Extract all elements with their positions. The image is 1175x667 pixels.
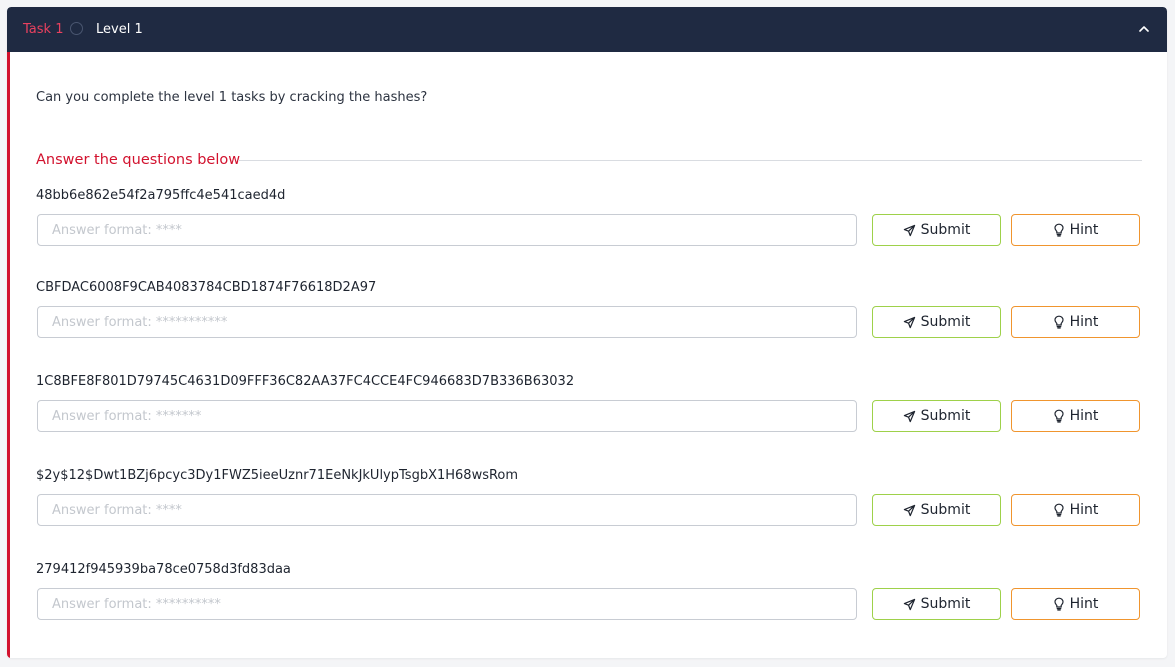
submit-button[interactable]: Submit [872,400,1001,432]
answer-input[interactable] [37,400,857,432]
hint-label: Hint [1069,596,1099,612]
answer-input[interactable] [37,214,857,246]
hint-button[interactable]: Hint [1011,400,1140,432]
lightbulb-icon [1053,223,1065,237]
hint-label: Hint [1069,502,1099,518]
lightbulb-icon [1053,409,1065,423]
hint-label: Hint [1069,314,1099,330]
task-description: Can you complete the level 1 tasks by cr… [36,90,428,105]
hint-button[interactable]: Hint [1011,214,1140,246]
task-card: Task 1 Level 1 Can you complete the leve… [7,7,1167,658]
paper-plane-icon [903,598,916,611]
question-hash: 1C8BFE8F801D79745C4631D09FFF36C82AA37FC4… [36,374,575,389]
answer-heading: Answer the questions below [36,152,241,168]
lightbulb-icon [1053,597,1065,611]
hint-button[interactable]: Hint [1011,306,1140,338]
task-header[interactable]: Task 1 Level 1 [7,7,1167,52]
question-item: 1C8BFE8F801D79745C4631D09FFF36C82AA37FC4… [10,374,1167,464]
hint-button[interactable]: Hint [1011,588,1140,620]
submit-label: Submit [920,408,971,424]
chevron-up-icon[interactable] [1135,20,1153,38]
task-title: Level 1 [96,22,143,37]
submit-button[interactable]: Submit [872,494,1001,526]
question-hash: $2y$12$Dwt1BZj6pcyc3Dy1FWZ5ieeUznr71EeNk… [36,468,519,483]
answer-input[interactable] [37,306,857,338]
lightbulb-icon [1053,503,1065,517]
submit-label: Submit [920,222,971,238]
circle-outline-icon [70,22,83,35]
question-item: 48bb6e862e54f2a795ffc4e541caed4d Submit … [10,188,1167,278]
paper-plane-icon [903,410,916,423]
heading-divider [238,160,1142,161]
answer-input[interactable] [37,588,857,620]
hint-button[interactable]: Hint [1011,494,1140,526]
hint-label: Hint [1069,408,1099,424]
answer-input[interactable] [37,494,857,526]
submit-label: Submit [920,596,971,612]
question-hash: CBFDAC6008F9CAB4083784CBD1874F76618D2A97 [36,280,377,295]
lightbulb-icon [1053,315,1065,329]
question-item: 279412f945939ba78ce0758d3fd83daa Submit … [10,562,1167,652]
question-item: CBFDAC6008F9CAB4083784CBD1874F76618D2A97… [10,280,1167,370]
submit-label: Submit [920,502,971,518]
submit-button[interactable]: Submit [872,588,1001,620]
question-hash: 279412f945939ba78ce0758d3fd83daa [36,562,291,577]
submit-button[interactable]: Submit [872,214,1001,246]
paper-plane-icon [903,224,916,237]
paper-plane-icon [903,316,916,329]
question-item: $2y$12$Dwt1BZj6pcyc3Dy1FWZ5ieeUznr71EeNk… [10,468,1167,558]
task-body: Can you complete the level 1 tasks by cr… [7,52,1167,658]
task-label: Task 1 [23,22,64,37]
hint-label: Hint [1069,222,1099,238]
question-hash: 48bb6e862e54f2a795ffc4e541caed4d [36,188,286,203]
submit-label: Submit [920,314,971,330]
paper-plane-icon [903,504,916,517]
submit-button[interactable]: Submit [872,306,1001,338]
